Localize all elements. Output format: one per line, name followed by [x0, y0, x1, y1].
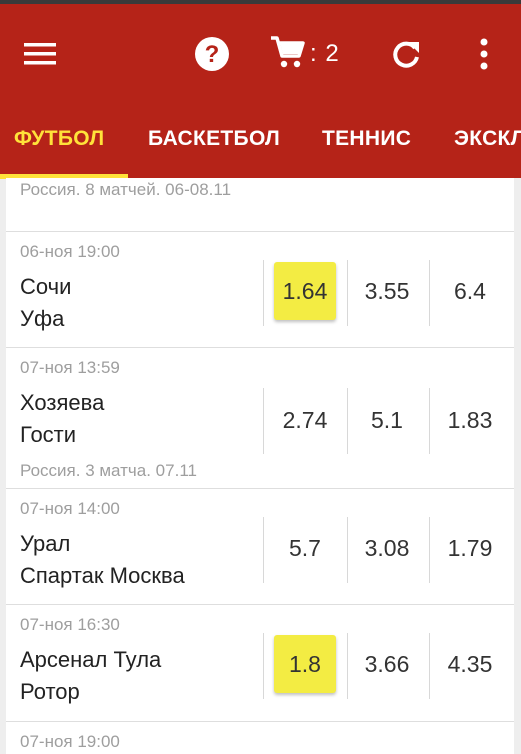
tab-basketball[interactable]: БАСКЕТБОЛ [148, 100, 280, 178]
cart-icon [270, 34, 306, 75]
odds-divider [263, 517, 264, 583]
odds-divider [263, 388, 264, 454]
menu-icon[interactable] [20, 34, 60, 74]
tab-exclusive[interactable]: ЭКСКЛ [454, 100, 521, 178]
match-time: 07-ноя 14:00 [20, 499, 120, 518]
odds-divider [347, 260, 348, 326]
odd-home-win[interactable]: 1.64 [274, 262, 336, 320]
home-team: Урал [20, 531, 71, 556]
odd-draw[interactable]: 3.08 [356, 519, 418, 577]
group-header: Россия. 3 матча. 07.11 [20, 461, 197, 480]
more-icon[interactable] [462, 32, 506, 76]
away-team: Ротор [20, 679, 80, 704]
odds-divider [263, 260, 264, 326]
refresh-icon[interactable] [384, 32, 428, 76]
odd-away-win[interactable]: 1.83 [439, 391, 501, 449]
away-team: Спартак Москва [20, 563, 185, 588]
odds-divider [347, 517, 348, 583]
match-row[interactable]: 07-ноя 13:59 Хозяева Гости 2.74 5.1 1.83… [6, 347, 514, 489]
match-row[interactable]: 07-ноя 19:00 [6, 721, 514, 754]
match-row[interactable]: 07-ноя 16:30 Арсенал Тула Ротор 1.8 3.66… [6, 604, 514, 722]
odd-home-win[interactable]: 5.7 [274, 519, 336, 577]
away-team: Уфа [20, 306, 65, 331]
home-team: Сочи [20, 274, 72, 299]
odds-divider [347, 633, 348, 699]
sport-tabs: ФУТБОЛ БАСКЕТБОЛ ТЕННИС ЭКСКЛ [0, 100, 521, 178]
odds-divider [429, 388, 430, 454]
home-team: Хозяева [20, 390, 105, 415]
odd-home-win[interactable]: 1.8 [274, 635, 336, 693]
svg-text:?: ? [205, 41, 220, 68]
help-icon[interactable]: ? [190, 32, 234, 76]
odd-home-win[interactable]: 2.74 [274, 391, 336, 449]
match-time: 06-ноя 19:00 [20, 242, 120, 261]
cart-button[interactable]: : 2 [270, 32, 360, 76]
tab-football[interactable]: ФУТБОЛ [14, 100, 104, 178]
odds-divider [429, 260, 430, 326]
match-list: Россия. 8 матчей. 06-08.11 06-ноя 19:00 … [6, 178, 514, 754]
tab-tennis[interactable]: ТЕННИС [322, 100, 411, 178]
match-time: 07-ноя 19:00 [20, 732, 120, 751]
home-team: Арсенал Тула [20, 647, 162, 672]
odd-away-win[interactable]: 6.4 [439, 262, 501, 320]
match-time: 07-ноя 13:59 [20, 358, 120, 377]
odds-divider [263, 633, 264, 699]
match-row[interactable]: 07-ноя 14:00 Урал Спартак Москва 5.7 3.0… [6, 488, 514, 605]
match-row[interactable]: 06-ноя 19:00 Сочи Уфа 1.64 3.55 6.4 [6, 231, 514, 348]
group-header: Россия. 8 матчей. 06-08.11 [20, 180, 232, 199]
odds-divider [429, 633, 430, 699]
away-team: Гости [20, 422, 77, 447]
toolbar: ? : 2 [0, 4, 521, 100]
cart-count: : 2 [310, 40, 340, 67]
odds-divider [429, 517, 430, 583]
match-time: 07-ноя 16:30 [20, 615, 120, 634]
odd-away-win[interactable]: 4.35 [439, 635, 501, 693]
odds-divider [347, 388, 348, 454]
odd-draw[interactable]: 3.66 [356, 635, 418, 693]
odd-draw[interactable]: 5.1 [356, 391, 418, 449]
app-bar: ? : 2 ФУТБОЛ БАСКЕТБОЛ ТЕННИС ЭКСКЛ [0, 4, 521, 179]
odd-away-win[interactable]: 1.79 [439, 519, 501, 577]
odd-draw[interactable]: 3.55 [356, 262, 418, 320]
